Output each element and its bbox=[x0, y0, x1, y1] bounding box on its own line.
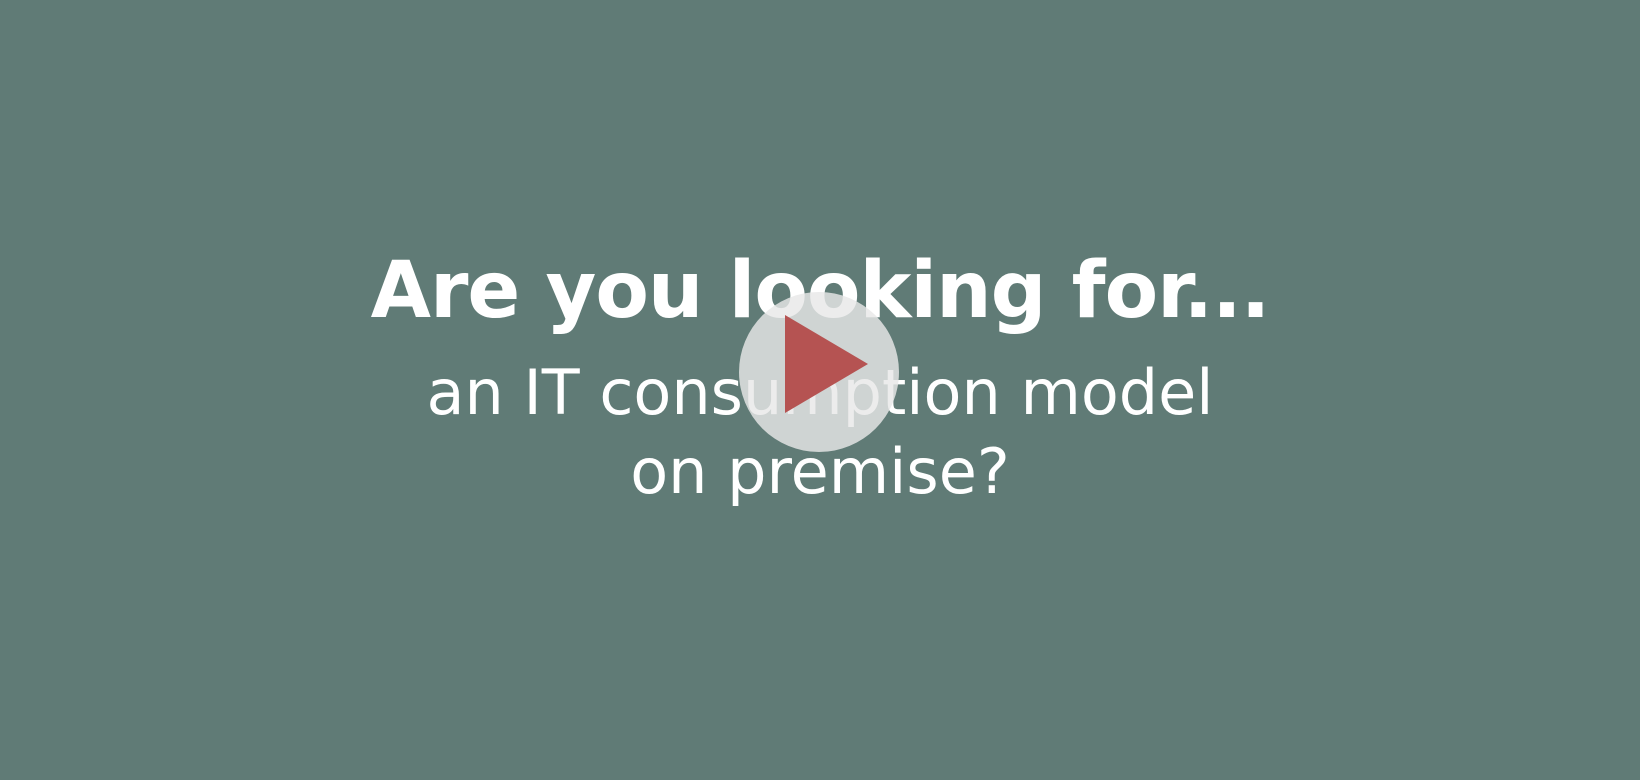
play-icon bbox=[785, 315, 868, 413]
play-button[interactable] bbox=[739, 292, 899, 452]
video-player[interactable]: Are you looking for... an IT consumption… bbox=[0, 0, 1640, 780]
